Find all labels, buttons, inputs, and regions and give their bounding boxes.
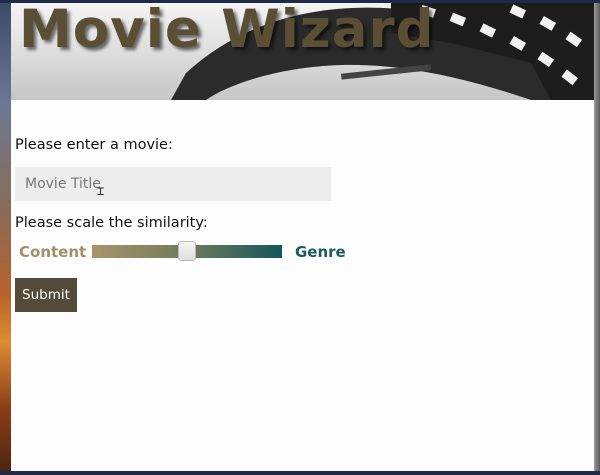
similarity-slider-thumb[interactable] (178, 241, 196, 261)
submit-button[interactable]: Submit (15, 278, 77, 312)
slider-content-label: Content (19, 243, 87, 261)
slider-genre-label: Genre (295, 243, 346, 261)
similarity-prompt-label: Please scale the similarity: (15, 215, 208, 231)
text-cursor-icon: ⌶ (97, 184, 105, 198)
app-title: Movie Wizard (19, 3, 435, 60)
movie-prompt-label: Please enter a movie: (15, 137, 173, 153)
window-bottom-border (0, 471, 600, 475)
banner: Movie Wizard (11, 3, 594, 100)
page-content: Movie Wizard Please enter a movie: ⌶ Ple… (11, 3, 594, 471)
movie-title-input[interactable] (15, 167, 331, 201)
window-scroll-edge (594, 3, 600, 471)
